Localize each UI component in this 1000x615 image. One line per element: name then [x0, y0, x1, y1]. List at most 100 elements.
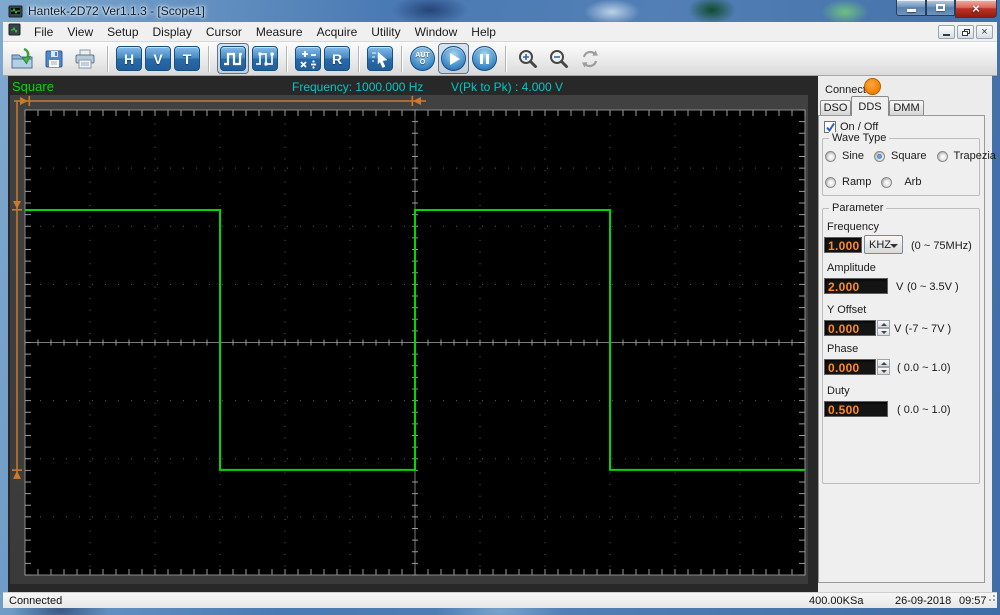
- menu-help[interactable]: Help: [464, 23, 503, 41]
- close-button[interactable]: ×: [955, 0, 997, 18]
- frequency-range: (0 ~ 75MHz): [911, 240, 972, 252]
- menu-cursor[interactable]: Cursor: [199, 23, 249, 41]
- pause-icon: [480, 54, 489, 64]
- radio-ramp[interactable]: [825, 177, 836, 188]
- toolbar: H V T R AUTO: [3, 42, 997, 76]
- y-offset-spinner[interactable]: [877, 320, 890, 336]
- cursor-button[interactable]: [367, 46, 393, 71]
- trigger-label: T: [183, 51, 192, 67]
- duty-value-input[interactable]: 0.500: [824, 401, 888, 417]
- radio-square[interactable]: [874, 151, 885, 162]
- radio-sine[interactable]: [825, 151, 836, 162]
- scope-display: [10, 95, 808, 584]
- y-offset-label: Y Offset: [827, 304, 866, 316]
- menu-acquire[interactable]: Acquire: [310, 23, 365, 41]
- reference-label: R: [332, 51, 342, 67]
- app-icon: [8, 4, 23, 24]
- magnifier-minus-icon: [547, 47, 571, 71]
- save-icon: [43, 48, 65, 70]
- horizontal-label: H: [124, 51, 134, 67]
- zoom-in-button[interactable]: [514, 45, 542, 72]
- close-icon: ×: [972, 2, 980, 15]
- frequency-label: Frequency: [827, 221, 879, 233]
- run-button[interactable]: [441, 46, 466, 71]
- zoom-out-button[interactable]: [545, 45, 573, 72]
- y-offset-range: (-7 ~ 7V ): [905, 323, 951, 335]
- vertical-label: V: [153, 51, 162, 67]
- reference-button[interactable]: R: [324, 46, 350, 71]
- trigger-settings-button[interactable]: T: [174, 46, 200, 71]
- minimize-icon: [907, 9, 916, 12]
- math-button[interactable]: [295, 46, 321, 71]
- toolbar-separator: [107, 46, 108, 72]
- amplitude-label: Amplitude: [827, 262, 876, 274]
- amplitude-marker[interactable]: [12, 101, 22, 479]
- mdi-minimize-button[interactable]: [938, 25, 955, 39]
- duty-label: Duty: [827, 385, 850, 397]
- maximize-button[interactable]: [926, 0, 955, 16]
- mdi-restore-button[interactable]: [957, 25, 974, 39]
- amplitude-unit: V: [896, 281, 903, 293]
- period-marker[interactable]: [14, 96, 426, 106]
- square-wave-icon: [221, 47, 245, 71]
- phase-value-input[interactable]: 0.000: [824, 359, 876, 375]
- radio-arb[interactable]: [881, 177, 892, 188]
- auto-set-button[interactable]: AUTO: [410, 46, 435, 71]
- menu-file[interactable]: File: [27, 23, 60, 41]
- wave-type-readout: Square: [12, 79, 54, 94]
- magnifier-plus-icon: [516, 47, 540, 71]
- save-button[interactable]: [40, 45, 68, 72]
- waveform-record-button[interactable]: [252, 46, 278, 71]
- pause-button[interactable]: [472, 46, 497, 71]
- tab-dmm[interactable]: DMM: [889, 100, 924, 115]
- y-offset-value-input[interactable]: 0.000: [824, 320, 876, 336]
- wave-type-group: Wave Type Sine Square Trapezia Ramp Arb: [822, 138, 980, 196]
- wave-type-title: Wave Type: [829, 132, 889, 144]
- connection-status: Connected: [9, 595, 62, 607]
- frequency-unit-combo[interactable]: KHZ: [864, 235, 903, 254]
- tab-dds[interactable]: DDS: [851, 96, 889, 116]
- tab-dso[interactable]: DSO: [820, 100, 851, 115]
- title-bar[interactable]: Hantek-2D72 Ver1.1.3 - [Scope1] ×: [0, 0, 1000, 22]
- scope-grid-and-waveform: [10, 95, 808, 584]
- square-wave-button[interactable]: [220, 46, 246, 71]
- menu-window[interactable]: Window: [408, 23, 465, 41]
- radio-sine-label: Sine: [842, 150, 864, 162]
- toolbar-separator: [208, 46, 209, 72]
- open-icon: [10, 47, 36, 71]
- auto-label: AUTO: [415, 52, 431, 66]
- menu-view[interactable]: View: [60, 23, 100, 41]
- menu-display[interactable]: Display: [146, 23, 199, 41]
- phase-range: ( 0.0 ~ 1.0): [897, 362, 951, 374]
- radio-ramp-label: Ramp: [842, 176, 871, 188]
- radio-arb-label: Arb: [904, 176, 921, 188]
- chevron-down-icon: [890, 244, 898, 248]
- menu-utility[interactable]: Utility: [364, 23, 407, 41]
- scope-document-icon[interactable]: [8, 23, 21, 41]
- status-bar: Connected 400.00KSa 26-09-2018 09:57: [3, 592, 997, 608]
- print-button[interactable]: [71, 45, 99, 72]
- amplitude-value-input[interactable]: 2.000: [824, 278, 888, 294]
- waveform-record-icon: [253, 47, 277, 71]
- radio-trapezia[interactable]: [937, 151, 948, 162]
- status-date: 26-09-2018: [895, 595, 951, 607]
- vpp-readout: V(Pk to Pk) : 4.000 V: [451, 80, 563, 94]
- open-button[interactable]: [9, 45, 37, 72]
- menu-measure[interactable]: Measure: [249, 23, 310, 41]
- vertical-settings-button[interactable]: V: [145, 46, 171, 71]
- parameter-title: Parameter: [829, 202, 886, 214]
- frequency-readout: Frequency: 1000.000 Hz: [292, 80, 423, 94]
- phase-spinner[interactable]: [877, 359, 890, 375]
- resize-grip[interactable]: [989, 595, 995, 601]
- mdi-close-button[interactable]: ×: [976, 25, 993, 39]
- radio-trapezia-label: Trapezia: [954, 150, 996, 162]
- print-icon: [73, 48, 97, 70]
- mdi-close-icon: ×: [981, 27, 987, 38]
- connection-status-indicator: [864, 78, 881, 95]
- spin-down-icon: [881, 331, 887, 334]
- horizontal-settings-button[interactable]: H: [116, 46, 142, 71]
- minimize-button[interactable]: [896, 0, 926, 16]
- menu-setup[interactable]: Setup: [100, 23, 145, 41]
- spin-up-icon: [881, 362, 887, 365]
- frequency-value-input[interactable]: 1.000: [824, 237, 862, 253]
